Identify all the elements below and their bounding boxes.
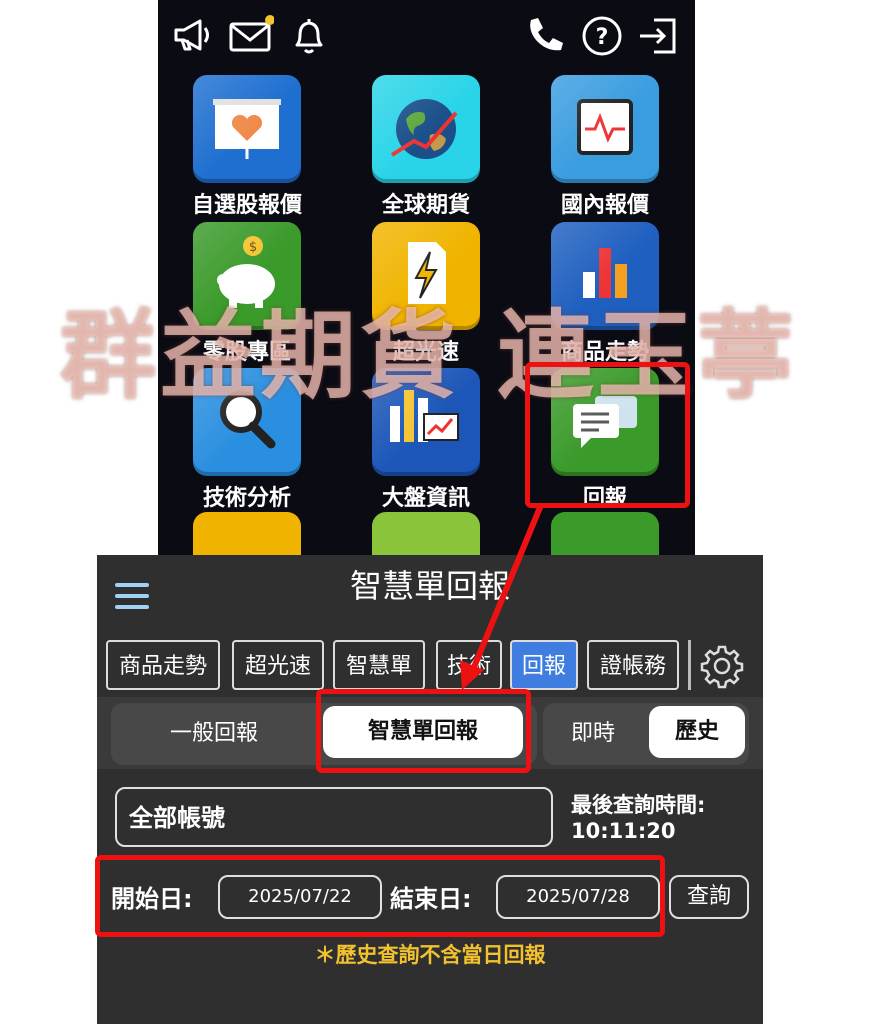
start-date-label: 開始日:	[111, 885, 193, 913]
tab-securities-account[interactable]: 證帳務	[587, 640, 679, 690]
tab-technical[interactable]: 技術	[436, 640, 502, 690]
mail-icon[interactable]	[228, 12, 275, 58]
app-global-futures[interactable]: 全球期貨	[372, 75, 480, 219]
app-tile-partial[interactable]	[372, 512, 480, 555]
phone-icon[interactable]	[522, 12, 568, 58]
home-screen: ? 自選股報價 全球期貨 國內報價 $ 零股專區 超光速 商品走勢 技術分析 大…	[158, 0, 695, 555]
segment-smart-report[interactable]: 智慧單回報	[323, 706, 523, 758]
magnifier-icon	[193, 368, 301, 476]
tab-smart-order[interactable]: 智慧單	[333, 640, 425, 690]
end-date-field[interactable]: 2025/07/28	[496, 875, 660, 919]
svg-text:?: ?	[596, 25, 609, 50]
last-query-label: 最後查詢時間:	[571, 793, 706, 817]
heart-chart-icon	[193, 75, 301, 183]
app-odd-lot[interactable]: $ 零股專區	[193, 222, 301, 366]
end-date-label: 結束日:	[390, 885, 472, 913]
tab-reports[interactable]: 回報	[510, 640, 578, 690]
chat-bubbles-icon	[551, 368, 659, 476]
account-selector[interactable]: 全部帳號	[115, 787, 553, 847]
segment-history[interactable]: 歷史	[649, 706, 745, 758]
tab-divider	[688, 640, 691, 690]
page-title: 智慧單回報	[349, 567, 510, 605]
svg-text:$: $	[249, 240, 257, 255]
help-icon[interactable]: ?	[579, 12, 625, 58]
app-hyperspeed[interactable]: 超光速	[372, 222, 480, 366]
app-tile-partial[interactable]	[551, 512, 659, 555]
app-watchlist[interactable]: 自選股報價	[192, 75, 302, 219]
piggy-bank-icon: $	[193, 222, 301, 330]
segment-realtime[interactable]: 即時	[545, 703, 641, 765]
tab-product-trend[interactable]: 商品走勢	[106, 640, 220, 690]
bar-chart-icon	[551, 222, 659, 330]
app-market-info[interactable]: 大盤資訊	[372, 368, 480, 512]
app-technical-analysis[interactable]: 技術分析	[193, 368, 301, 512]
bell-icon[interactable]	[286, 12, 332, 58]
segment-general-report[interactable]: 一般回報	[111, 703, 317, 765]
market-chart-icon	[372, 368, 480, 476]
app-tile-partial[interactable]	[193, 512, 301, 555]
logout-icon[interactable]	[636, 12, 682, 58]
lightning-icon	[372, 222, 480, 330]
history-note: ＊歷史查詢不含當日回報	[314, 943, 546, 967]
query-button[interactable]: 查詢	[669, 875, 749, 919]
app-domestic-quotes[interactable]: 國內報價	[551, 75, 659, 219]
tab-hyperspeed[interactable]: 超光速	[232, 640, 324, 690]
last-query-time: 10:11:20	[571, 819, 676, 843]
globe-icon	[372, 75, 480, 183]
megaphone-icon[interactable]	[170, 12, 216, 58]
segment-bar: 一般回報 智慧單回報 即時 歷史	[97, 697, 763, 769]
account-selector-value: 全部帳號	[129, 804, 225, 832]
settings-gear-icon[interactable]	[699, 643, 745, 689]
app-reports[interactable]: 回報	[551, 368, 659, 512]
pulse-icon	[551, 75, 659, 183]
smart-order-report-screen: 智慧單回報 商品走勢 超光速 智慧單 技術 回報 證帳務 一般回報 智慧單回報 …	[97, 555, 763, 1024]
start-date-field[interactable]: 2025/07/22	[218, 875, 382, 919]
app-product-trend[interactable]: 商品走勢	[551, 222, 659, 366]
